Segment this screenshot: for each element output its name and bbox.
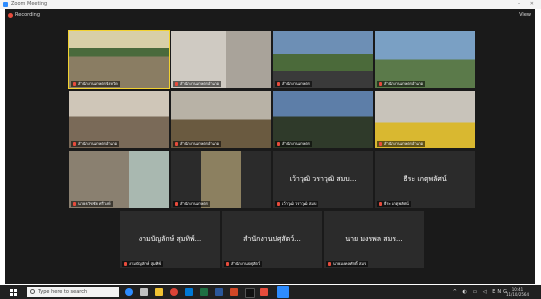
participant-tile[interactable]: เว้าวุฒิ วราวุฒิ สมบ... เว้าวุฒิ วราวุฒิ…	[273, 151, 373, 208]
participant-tile[interactable]: งามบัญลักษ์ สุมทิพ์... งามบัญลักษ์ สุมทิ…	[120, 211, 220, 268]
windows-taskbar: Type here to search ^ ◐ ▭ ◁ ENG 10:41 11…	[0, 285, 541, 299]
recording-label: Recording	[15, 12, 41, 18]
explorer-icon[interactable]	[155, 288, 163, 296]
store-icon[interactable]	[185, 288, 193, 296]
participant-name: สำนักงานเกษตรอำเภอ	[173, 81, 222, 87]
participant-name: สำนักงานเกษตรอำเภอ	[173, 141, 222, 147]
recording-icon	[8, 13, 13, 18]
participant-tile[interactable]: นาย มงรพล สมร... นายมงคลศักดิ์ สมร	[324, 211, 424, 268]
participant-name: เว้าวุฒิ วราวุฒิ สมบ	[275, 201, 319, 207]
participant-name: สำนักงานปศุสัตว์	[224, 261, 263, 267]
participant-tile[interactable]: สำนักงานเกษตรอำเภอ	[375, 91, 475, 148]
search-icon	[30, 289, 35, 294]
zoom-taskbar-icon[interactable]	[277, 286, 289, 298]
meeting-topbar: Recording View	[5, 9, 535, 21]
participant-display-name: นาย มงรพล สมร...	[345, 235, 403, 243]
muted-mic-icon	[175, 142, 178, 146]
muted-mic-icon	[277, 202, 280, 206]
search-placeholder: Type here to search	[38, 289, 88, 295]
video-feed	[375, 91, 475, 148]
participant-tile[interactable]: สำนักงานเกษตร	[171, 151, 271, 208]
clock-date: 11/10/2564	[505, 292, 529, 297]
word-icon[interactable]	[215, 288, 223, 296]
participant-display-name: เว้าวุฒิ วราวุฒิ สมบ...	[289, 175, 357, 183]
taskbar-clock[interactable]: 10:41 11/10/2564	[506, 287, 529, 297]
muted-mic-icon	[379, 142, 382, 146]
muted-mic-icon	[379, 82, 382, 86]
participant-display-name: สำนักงานปศุสัตว์...	[243, 235, 301, 243]
participant-name: สำนักงานเกษตรอำเภอ	[377, 141, 426, 147]
window-titlebar: Zoom Meeting – ✕	[0, 0, 541, 9]
participant-name: สำนักงานเกษตรอำเภอ	[377, 81, 426, 87]
task-view-icon[interactable]	[140, 288, 148, 296]
muted-mic-icon	[73, 142, 76, 146]
window-title: Zoom Meeting	[11, 1, 48, 7]
video-feed	[375, 31, 475, 88]
meeting-area: Recording View สำนักงานเกษตรจังหวัด สำนั…	[5, 9, 535, 284]
participant-name: สำนักงานเกษตร	[275, 141, 312, 147]
window-controls[interactable]: – ✕	[518, 1, 538, 7]
participant-name: ธีระ เกตุพลัศน์	[377, 201, 411, 207]
chrome-icon[interactable]	[170, 288, 178, 296]
system-tray[interactable]: ^ ◐ ▭ ◁ ENG	[453, 289, 509, 295]
muted-mic-icon	[226, 262, 229, 266]
participant-tile[interactable]: นายธวัชชัย ศรีวงษ์	[69, 151, 169, 208]
excel-icon[interactable]	[200, 288, 208, 296]
muted-mic-icon	[277, 82, 280, 86]
taskbar-search-box[interactable]: Type here to search	[27, 287, 119, 297]
participant-display-name: งามบัญลักษ์ สุมทิพ์...	[138, 235, 202, 243]
participant-name: สำนักงานเกษตรจังหวัด	[71, 81, 120, 87]
participant-name: นายธวัชชัย ศรีวงษ์	[71, 201, 113, 207]
windows-start-icon[interactable]	[10, 289, 17, 296]
participant-tile[interactable]: สำนักงานเกษตรอำเภอ	[171, 91, 271, 148]
media-icon[interactable]	[260, 288, 268, 296]
muted-mic-icon	[175, 82, 178, 86]
participant-tile[interactable]: สำนักงานเกษตรอำเภอ	[171, 31, 271, 88]
muted-mic-icon	[175, 202, 178, 206]
participant-name: สำนักงานเกษตร	[173, 201, 210, 207]
participant-name: สำนักงานเกษตรอำเภอ	[71, 141, 120, 147]
muted-mic-icon	[277, 142, 280, 146]
powerpoint-icon[interactable]	[230, 288, 238, 296]
participant-name: นายมงคลศักดิ์ สมร	[326, 261, 369, 267]
participant-tile[interactable]: ธีระ เกตุพลัศน์ ธีระ เกตุพลัศน์	[375, 151, 475, 208]
participant-tile[interactable]: สำนักงานปศุสัตว์... สำนักงานปศุสัตว์	[222, 211, 322, 268]
video-feed	[171, 31, 271, 88]
participant-tile[interactable]: สำนักงานเกษตร	[273, 91, 373, 148]
muted-mic-icon	[379, 202, 382, 206]
participant-tile[interactable]: สำนักงานเกษตรอำเภอ	[375, 31, 475, 88]
muted-mic-icon	[328, 262, 331, 266]
edge-icon[interactable]	[125, 288, 133, 296]
video-feed	[69, 31, 169, 88]
zoom-app-icon	[3, 2, 8, 7]
video-feed	[273, 31, 373, 88]
participant-tile[interactable]: สำนักงานเกษตรอำเภอ	[69, 91, 169, 148]
video-feed	[69, 151, 169, 208]
tiktok-icon[interactable]	[245, 288, 255, 298]
muted-mic-icon	[73, 82, 76, 86]
view-button[interactable]: View	[519, 12, 531, 18]
muted-mic-icon	[124, 262, 127, 266]
participant-tile[interactable]: สำนักงานเกษตรจังหวัด	[68, 30, 170, 89]
video-feed	[201, 151, 241, 208]
muted-mic-icon	[73, 202, 76, 206]
video-feed	[69, 91, 169, 148]
video-feed	[273, 91, 373, 148]
participant-display-name: ธีระ เกตุพลัศน์	[403, 175, 447, 183]
participant-name: งามบัญลักษ์ สุมทิพ์	[122, 261, 163, 267]
participant-name: สำนักงานเกษตร	[275, 81, 312, 87]
participant-tile[interactable]: สำนักงานเกษตร	[273, 31, 373, 88]
video-feed	[171, 91, 271, 148]
